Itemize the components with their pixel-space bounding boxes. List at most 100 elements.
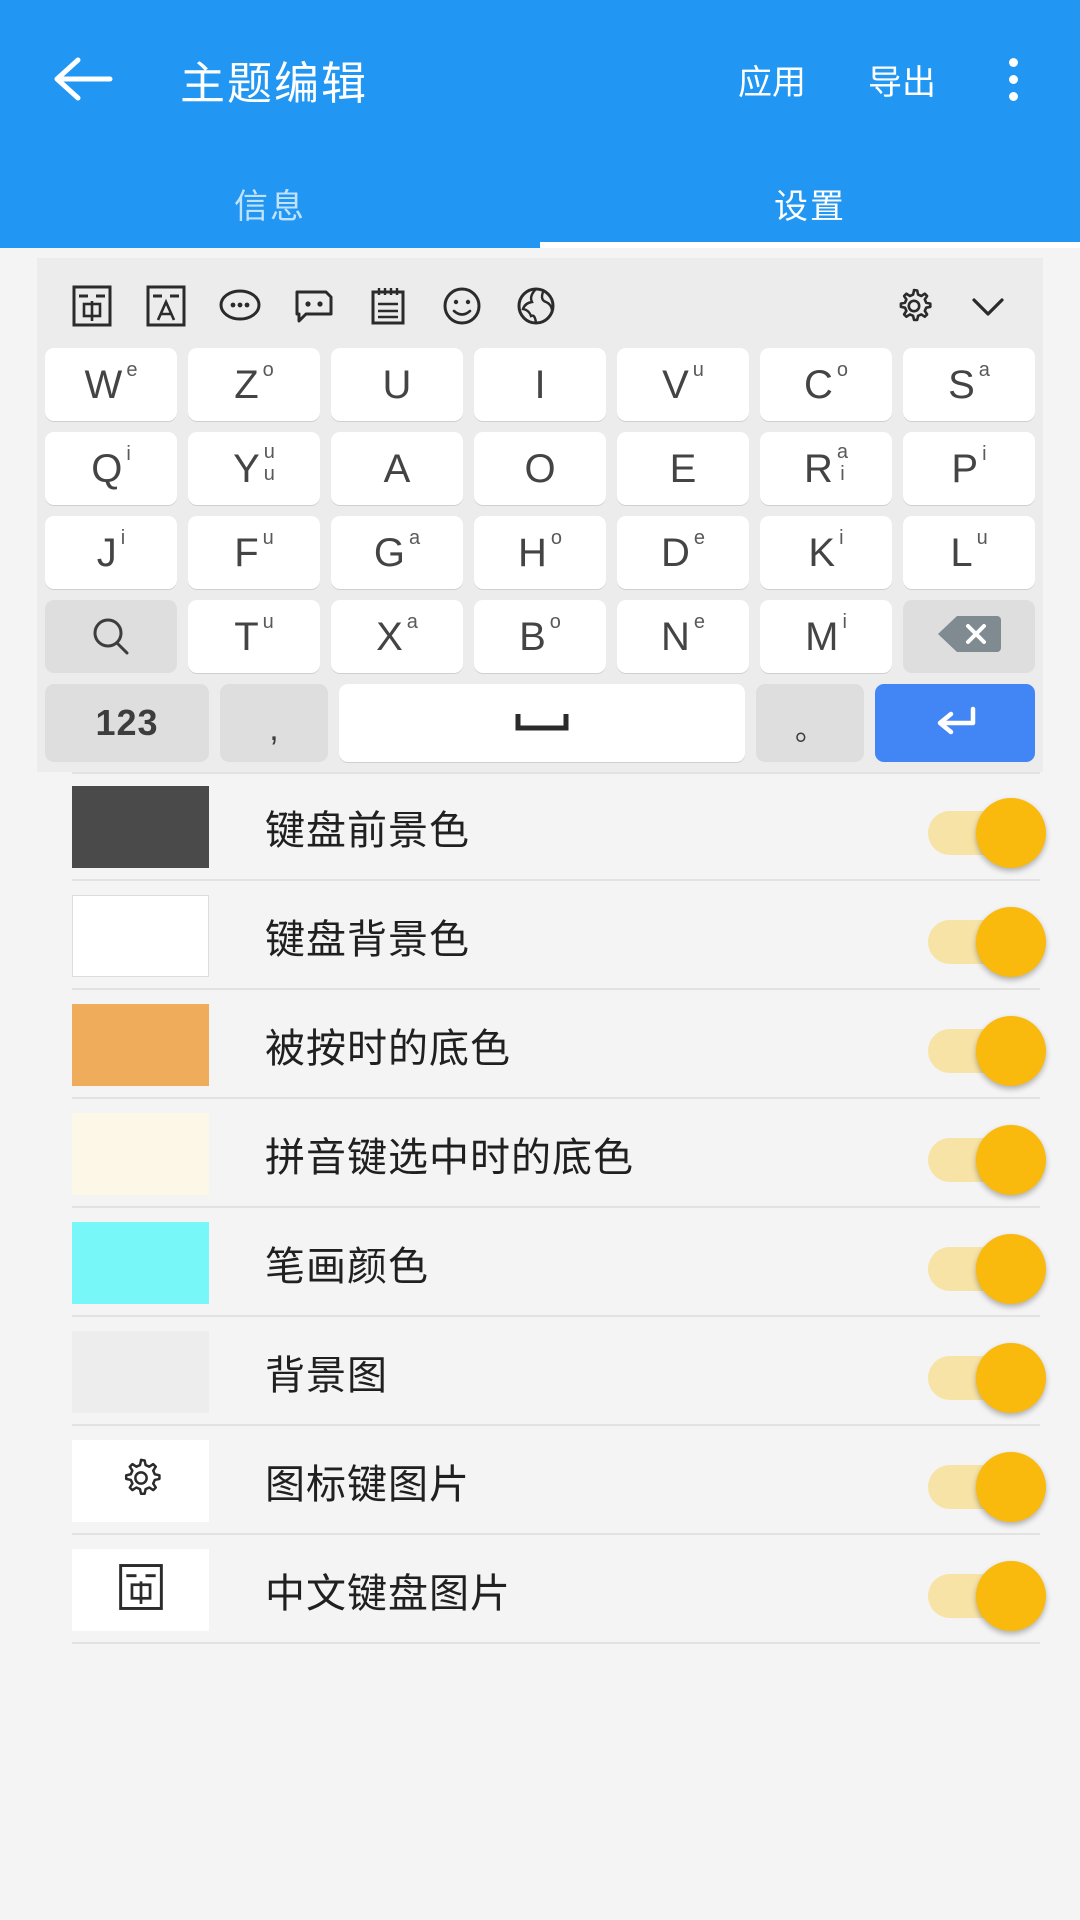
key-f[interactable]: F u [188, 516, 320, 589]
gear-icon[interactable] [877, 269, 951, 343]
setting-toggle[interactable] [928, 1336, 1052, 1413]
setting-label: 中文键盘图片 [265, 1571, 511, 1616]
tab-info[interactable]: 信息 [0, 158, 540, 248]
key-x[interactable]: X a [331, 600, 463, 673]
enter-key[interactable] [875, 684, 1035, 762]
color-swatch[interactable] [72, 785, 209, 868]
key-k[interactable]: K i [760, 516, 892, 589]
export-button[interactable]: 导出 [858, 41, 946, 118]
globe-icon[interactable] [499, 269, 573, 343]
key-main-label: H [517, 530, 547, 575]
apply-button[interactable]: 应用 [728, 41, 816, 118]
setting-toggle[interactable] [928, 1118, 1052, 1195]
space-key[interactable] [339, 684, 745, 762]
keyboard-panel: W e Z o U I V u C o S a Q i Y u u A O E … [37, 258, 1043, 772]
key-z[interactable]: Z o [188, 348, 320, 421]
keyboard-toolbar [37, 264, 1043, 348]
key-w[interactable]: W e [45, 348, 177, 421]
search-key[interactable] [45, 600, 177, 673]
color-swatch[interactable] [72, 1221, 209, 1304]
key-y[interactable]: Y u u [188, 432, 320, 505]
speech-bubble-dots-icon[interactable] [203, 269, 277, 343]
setting-toggle[interactable] [928, 1227, 1052, 1304]
key-p[interactable]: P i [903, 432, 1035, 505]
chinese-input-icon[interactable] [55, 269, 129, 343]
key-sup-label: e [693, 527, 705, 549]
key-n[interactable]: N e [617, 600, 749, 673]
key-main-label: W [84, 362, 123, 407]
tab-settings-label: 设置 [774, 187, 846, 226]
key-sup-stack: a i [837, 442, 848, 485]
key-main-label: X [376, 614, 403, 659]
keyboard-row-bottom: 123 , 。 [37, 684, 1043, 762]
latin-input-icon[interactable] [129, 269, 203, 343]
key-main-label: T [234, 614, 259, 659]
key-j[interactable]: J i [45, 516, 177, 589]
page-title: 主题编辑 [180, 57, 369, 109]
setting-row-keyboard-foreground-color[interactable]: 键盘前景色 [0, 772, 1080, 881]
setting-toggle[interactable] [928, 1445, 1052, 1522]
back-button[interactable] [44, 40, 122, 118]
key-l[interactable]: L u [903, 516, 1035, 589]
comma-key[interactable]: , [220, 684, 328, 762]
setting-toggle[interactable] [928, 900, 1052, 977]
key-r[interactable]: R a i [760, 432, 892, 505]
key-main-label: R [803, 446, 833, 491]
image-swatch[interactable] [72, 1330, 209, 1413]
backspace-key[interactable] [903, 600, 1035, 673]
overflow-menu-button[interactable] [980, 40, 1046, 118]
key-sup-label: e [693, 611, 705, 633]
key-c[interactable]: C o [760, 348, 892, 421]
chevron-down-icon[interactable] [951, 269, 1025, 343]
numeric-key[interactable]: 123 [45, 684, 209, 762]
key-h[interactable]: H o [474, 516, 606, 589]
key-t[interactable]: T u [188, 600, 320, 673]
key-g[interactable]: G a [331, 516, 463, 589]
toggle-thumb [976, 797, 1046, 868]
setting-label: 拼音键选中时的底色 [265, 1135, 634, 1180]
setting-row-chinese-keyboard-image[interactable]: 中文键盘图片 [0, 1535, 1080, 1644]
chat-bubble-icon[interactable] [277, 269, 351, 343]
icon-swatch[interactable] [72, 1548, 209, 1631]
key-m[interactable]: M i [760, 600, 892, 673]
key-b[interactable]: B o [474, 600, 606, 673]
key-o[interactable]: O [474, 432, 606, 505]
setting-row-keyboard-background-color[interactable]: 键盘背景色 [0, 881, 1080, 990]
icon-swatch[interactable] [72, 1439, 209, 1522]
setting-row-stroke-color[interactable]: 笔画颜色 [0, 1208, 1080, 1317]
setting-row-icon-key-image[interactable]: 图标键图片 [0, 1426, 1080, 1535]
setting-label: 键盘背景色 [265, 917, 470, 962]
keyboard-row-1: W e Z o U I V u C o S a [37, 348, 1043, 421]
key-sup-label: o [262, 359, 274, 381]
key-d[interactable]: D e [617, 516, 749, 589]
setting-toggle[interactable] [928, 791, 1052, 868]
color-swatch[interactable] [72, 894, 209, 977]
notepad-icon[interactable] [351, 269, 425, 343]
color-swatch[interactable] [72, 1003, 209, 1086]
setting-row-pressed-base-color[interactable]: 被按时的底色 [0, 990, 1080, 1099]
period-key[interactable]: 。 [756, 684, 864, 762]
key-v[interactable]: V u [617, 348, 749, 421]
key-q[interactable]: Q i [45, 432, 177, 505]
key-main-label: V [662, 362, 689, 407]
setting-toggle[interactable] [928, 1554, 1052, 1631]
key-e[interactable]: E [617, 432, 749, 505]
key-main-label: G [373, 530, 405, 575]
key-main-label: J [96, 530, 117, 575]
more-vertical-icon-dot [1008, 57, 1018, 67]
setting-toggle[interactable] [928, 1009, 1052, 1086]
key-main-label: Q [91, 446, 123, 491]
gear-icon [115, 1452, 167, 1509]
key-i[interactable]: I [474, 348, 606, 421]
setting-row-pinyin-selected-base-color[interactable]: 拼音键选中时的底色 [0, 1099, 1080, 1208]
setting-label: 被按时的底色 [265, 1026, 511, 1071]
key-a[interactable]: A [331, 432, 463, 505]
setting-row-background-image[interactable]: 背景图 [0, 1317, 1080, 1426]
period-key-label: 。 [795, 714, 825, 747]
color-swatch[interactable] [72, 1112, 209, 1195]
key-u[interactable]: U [331, 348, 463, 421]
tab-settings[interactable]: 设置 [540, 158, 1080, 248]
smiley-icon[interactable] [425, 269, 499, 343]
key-s[interactable]: S a [903, 348, 1035, 421]
key-sup-label: u [263, 463, 275, 485]
